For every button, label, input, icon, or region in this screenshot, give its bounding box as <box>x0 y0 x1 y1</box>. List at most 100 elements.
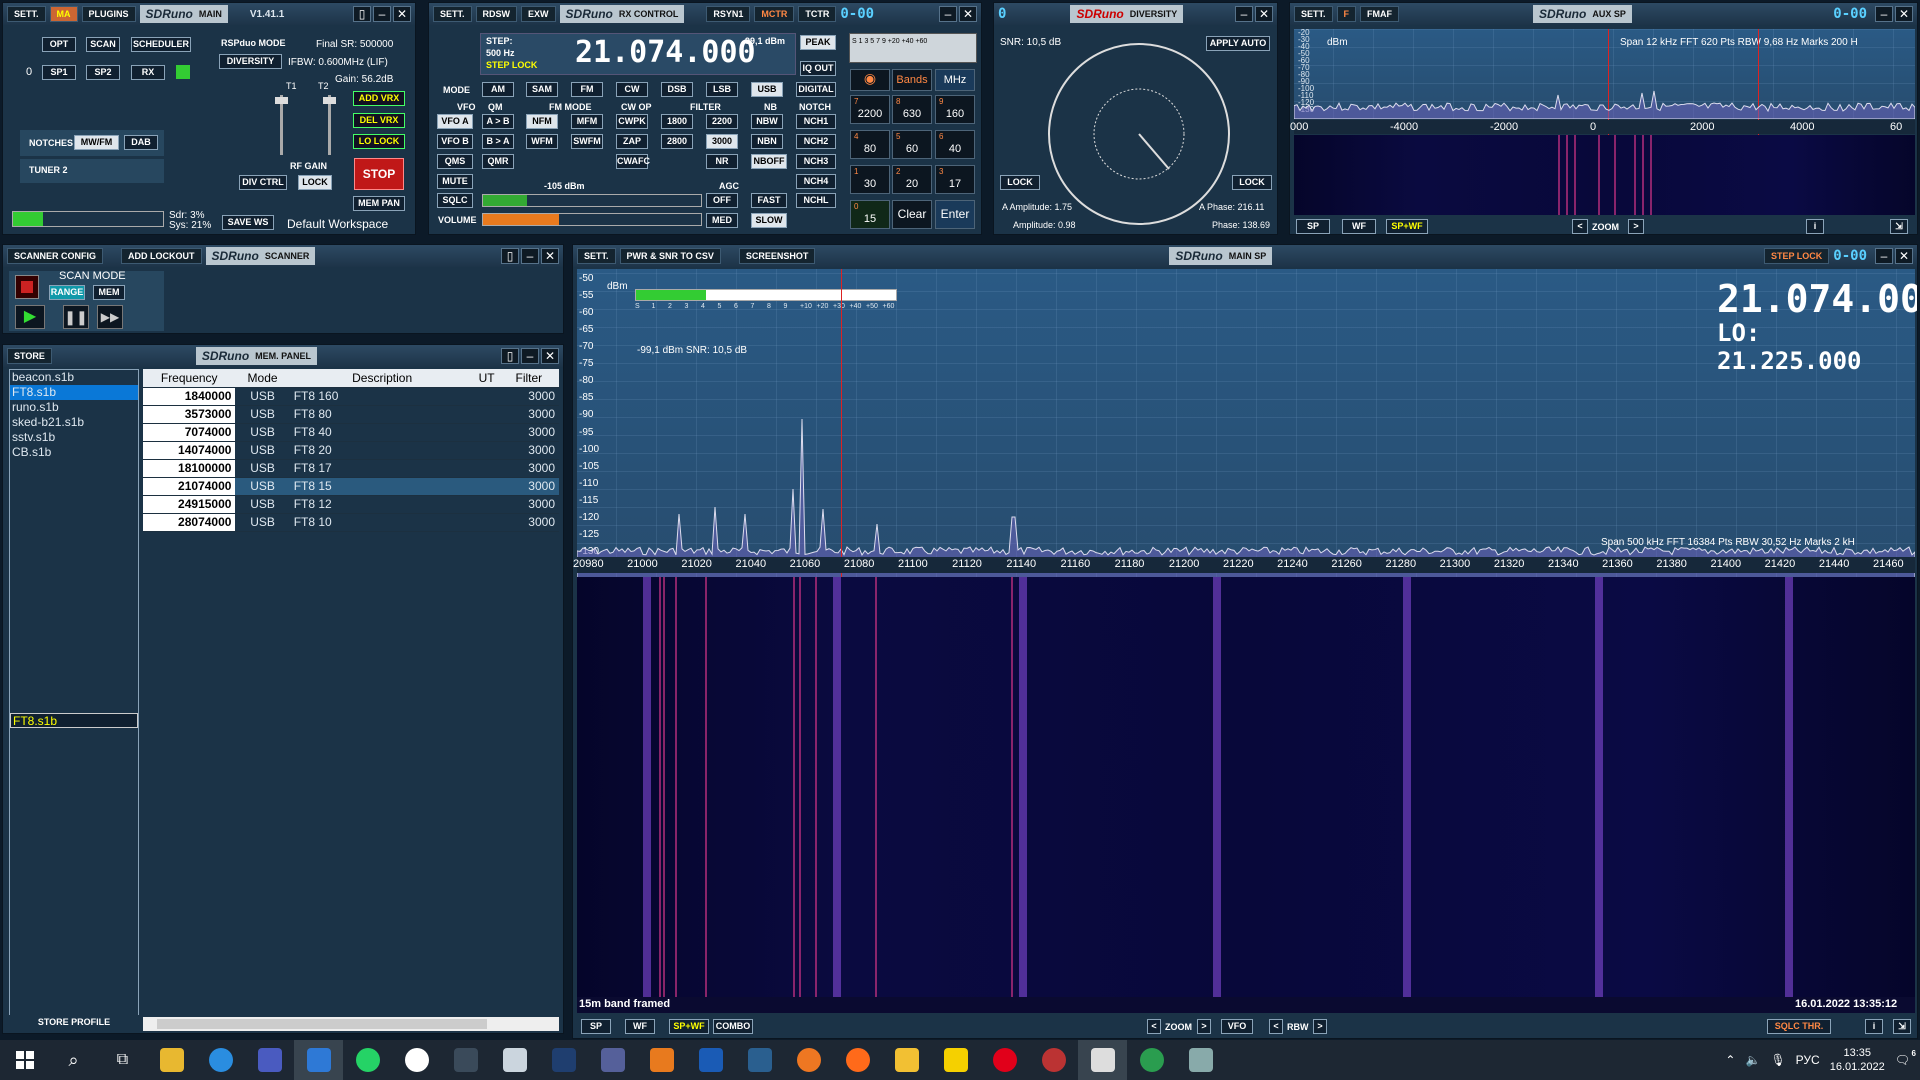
nch1-button[interactable]: NCH1 <box>796 114 836 129</box>
vfo-b-button[interactable]: VFO B <box>437 134 473 149</box>
app-icon-cloud[interactable] <box>1029 1040 1078 1080</box>
record-button[interactable] <box>15 275 39 299</box>
keypad-4[interactable]: 4 80 <box>850 130 890 159</box>
aux-resize-icon[interactable]: ⇲ <box>1890 219 1908 234</box>
rdsw-button[interactable]: RDSW <box>475 6 518 22</box>
mem-close-icon[interactable]: ✕ <box>541 348 559 364</box>
phase-diagram[interactable] <box>1044 39 1234 229</box>
aux-sp-button[interactable]: SP <box>1296 219 1330 234</box>
scanner-minimize-icon[interactable]: – <box>521 248 539 264</box>
keypad-5[interactable]: 5 60 <box>892 130 932 159</box>
keypad-1[interactable]: 1 30 <box>850 165 890 194</box>
table-row[interactable]: 28074000 USB FT8 10 3000 <box>143 513 559 532</box>
scan-range-button[interactable]: RANGE <box>49 285 85 300</box>
screenshot-button[interactable]: SCREENSHOT <box>738 248 816 264</box>
aux-zoom-in-button[interactable]: > <box>1628 219 1644 234</box>
mfm-button[interactable]: MFM <box>571 114 603 129</box>
vfo-a-button[interactable]: VFO A <box>437 114 473 129</box>
aux-close-icon[interactable]: ✕ <box>1895 6 1913 22</box>
file-item[interactable]: sstv.s1b <box>10 430 138 445</box>
horizontal-scrollbar[interactable] <box>143 1017 559 1031</box>
mainsp-sp-button[interactable]: SP <box>581 1019 611 1034</box>
mode-fm-button[interactable]: FM <box>571 82 603 97</box>
mainsp-spwf-button[interactable]: SP+WF <box>669 1019 709 1034</box>
nbw-button[interactable]: NBW <box>751 114 783 129</box>
tray-chevron-icon[interactable]: ⌃ <box>1725 1053 1735 1067</box>
globe-icon[interactable] <box>1127 1040 1176 1080</box>
main-sett-button[interactable]: SETT. <box>7 6 46 22</box>
calculator-icon[interactable] <box>441 1040 490 1080</box>
play-button[interactable]: ▶ <box>15 305 45 329</box>
diversity-lock-left-button[interactable]: LOCK <box>1000 175 1040 190</box>
keypad-3[interactable]: 3 17 <box>935 165 975 194</box>
store-profile-button[interactable]: STORE PROFILE <box>9 1015 139 1030</box>
diversity-lock-right-button[interactable]: LOCK <box>1232 175 1272 190</box>
div-ctrl-button[interactable]: DIV CTRL <box>239 175 287 190</box>
mode-digital-button[interactable]: DIGITAL <box>796 82 836 97</box>
mainsp-rbw-down-button[interactable]: < <box>1269 1019 1283 1034</box>
clock[interactable]: 13:35 16.01.2022 <box>1830 1046 1885 1074</box>
scanner-restore-icon[interactable]: ▯ <box>501 248 519 264</box>
file-item[interactable]: runo.s1b <box>10 400 138 415</box>
mainsp-resize-icon[interactable]: ⇲ <box>1893 1019 1911 1034</box>
mainsp-vfo-button[interactable]: VFO <box>1221 1019 1253 1034</box>
table-row[interactable]: 18100000 USB FT8 17 3000 <box>143 459 559 478</box>
app-icon-plane[interactable] <box>539 1040 588 1080</box>
main-ma-button[interactable]: MA <box>49 6 78 22</box>
filter-1800-button[interactable]: 1800 <box>661 114 693 129</box>
file-explorer-icon[interactable] <box>882 1040 931 1080</box>
table-row[interactable]: 7074000 USB FT8 40 3000 <box>143 423 559 442</box>
rx-minimize-icon[interactable]: – <box>939 6 957 22</box>
qms-button[interactable]: QMS <box>437 154 473 169</box>
scanner-config-button[interactable]: SCANNER CONFIG <box>7 248 104 264</box>
mode-usb-button[interactable]: USB <box>751 82 783 97</box>
volume-slider[interactable] <box>482 213 702 226</box>
file-item[interactable]: CB.s1b <box>10 445 138 460</box>
minimize-icon[interactable]: – <box>373 6 391 22</box>
rx-sett-button[interactable]: SETT. <box>433 6 472 22</box>
col-mode[interactable]: Mode <box>235 369 290 388</box>
mainsp-step-lock-button[interactable]: STEP LOCK <box>1763 248 1830 264</box>
app-icon-bat[interactable] <box>931 1040 980 1080</box>
snipping-tool-icon[interactable] <box>245 1040 294 1080</box>
mainsp-minimize-icon[interactable]: – <box>1875 248 1893 264</box>
sp1-button[interactable]: SP1 <box>42 65 76 80</box>
add-lockout-button[interactable]: ADD LOCKOUT <box>121 248 202 264</box>
table-row[interactable]: 14074000 USB FT8 20 3000 <box>143 441 559 460</box>
mode-cw-button[interactable]: CW <box>616 82 648 97</box>
nr-button[interactable]: NR <box>706 154 738 169</box>
sqlc-thr-button[interactable]: SQLC THR. <box>1767 1019 1831 1034</box>
sdruno-taskbar-icon[interactable] <box>1078 1040 1127 1080</box>
table-row[interactable]: 1840000 USB FT8 160 3000 <box>143 387 559 406</box>
keypad-8[interactable]: 8 630 <box>892 95 932 124</box>
exw-button[interactable]: EXW <box>521 6 556 22</box>
keypad-6[interactable]: 6 40 <box>935 130 975 159</box>
del-vrx-button[interactable]: DEL VRX <box>353 113 405 128</box>
app-icon-chart[interactable] <box>588 1040 637 1080</box>
app-icon-circle[interactable] <box>784 1040 833 1080</box>
table-row[interactable]: 21074000 USB FT8 15 3000 <box>143 477 559 496</box>
scan-button[interactable]: SCAN <box>86 37 120 52</box>
fmaf-button[interactable]: FMAF <box>1360 6 1400 22</box>
nch4-button[interactable]: NCH4 <box>796 174 836 189</box>
language-indicator[interactable]: РУС <box>1796 1053 1820 1067</box>
scanner-close-icon[interactable]: ✕ <box>541 248 559 264</box>
start-button[interactable] <box>0 1040 49 1080</box>
keypad-7[interactable]: 7 2200 <box>850 95 890 124</box>
file-item[interactable]: beacon.s1b <box>10 370 138 385</box>
table-row[interactable]: 3573000 USB FT8 80 3000 <box>143 405 559 424</box>
tctr-button[interactable]: TCTR <box>798 6 837 22</box>
pause-button[interactable]: ❚❚ <box>63 305 89 329</box>
notification-icon[interactable]: 🗨 6 <box>1895 1049 1916 1067</box>
mem-minimize-icon[interactable]: – <box>521 348 539 364</box>
rx-close-icon[interactable]: ✕ <box>959 6 977 22</box>
calendar-app-icon[interactable] <box>294 1040 343 1080</box>
mode-lsb-button[interactable]: LSB <box>706 82 738 97</box>
agc-off-button[interactable]: OFF <box>706 193 738 208</box>
filter-3000-button[interactable]: 3000 <box>706 134 738 149</box>
keypad-2[interactable]: 2 20 <box>892 165 932 194</box>
filter-2800-button[interactable]: 2800 <box>661 134 693 149</box>
col-ut[interactable]: UT <box>474 369 499 388</box>
plugins-button[interactable]: PLUGINS <box>81 6 136 22</box>
agc-med-button[interactable]: MED <box>706 213 738 228</box>
